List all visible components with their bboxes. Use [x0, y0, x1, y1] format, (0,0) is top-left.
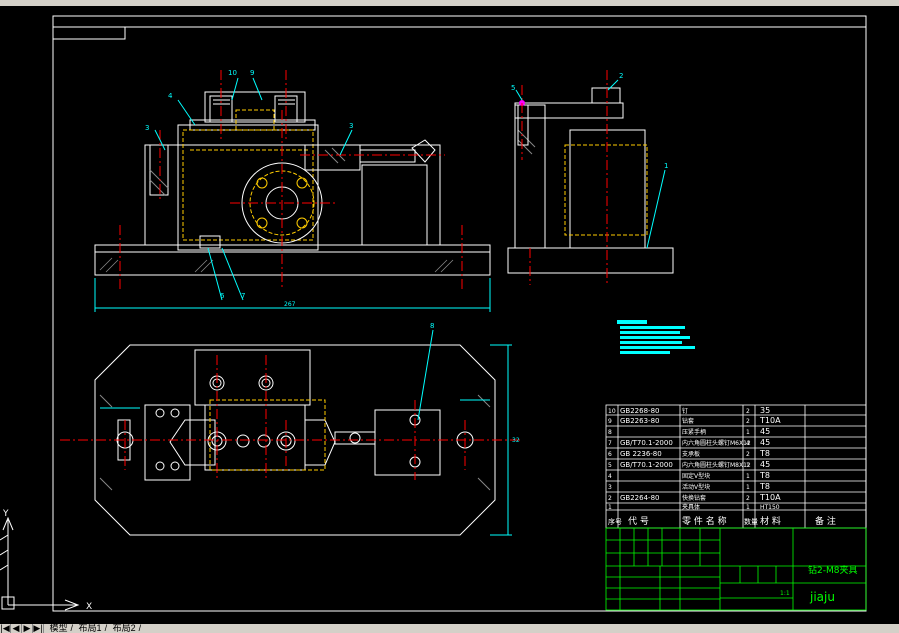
balloon-9: 9	[250, 69, 254, 77]
balloon-3-left: 3	[145, 124, 149, 132]
balloon-3-right: 3	[349, 122, 353, 130]
front-body	[144, 144, 441, 246]
bom-cell-code: GB 2236-80	[620, 450, 662, 458]
bom-cell-no: 2	[608, 495, 612, 502]
bom-cell-name: 钉	[682, 407, 688, 415]
bom-cell-name: 夹具体	[682, 503, 700, 511]
bom-cell-mat: 45	[760, 438, 770, 447]
balloon-5: 5	[511, 84, 515, 92]
bom-cell-mat: T8	[759, 471, 770, 480]
bom-cell-mat: T8	[759, 449, 770, 458]
balloon-1: 1	[664, 162, 668, 170]
tab-layout1[interactable]: 布局1	[76, 624, 105, 633]
drawing-number: jiaju	[809, 590, 835, 604]
bom-cell-no: 4	[608, 473, 612, 480]
ucs-y-label: Y	[2, 509, 9, 519]
tab-layout2[interactable]: 布局2	[110, 624, 139, 633]
bom-header-name: 零 件 名 称	[682, 515, 727, 527]
bom-cell-qty: 2	[746, 418, 750, 425]
bom-header-code: 代 号	[628, 516, 649, 527]
bom-rows: 10 GB2268-80 钉 2 359 GB2263-80 钻套 2 T10A8 压紧手柄 1 45…	[608, 406, 836, 527]
bom-cell-qty: 1	[746, 484, 750, 491]
drawing-canvas[interactable]: 267 10 9 4 3 3 6 7 2 1 5 32 8 Y X 10 GB2…	[0, 0, 899, 633]
balloon-4: 4	[168, 92, 173, 100]
drawing-scale: 1:1	[780, 590, 790, 597]
bom-cell-name: 内六角圆柱头螺钉M8X12	[682, 461, 751, 469]
tech-notes	[617, 320, 695, 354]
inner-border	[52, 26, 126, 40]
bom-cell-no: 9	[608, 418, 612, 425]
bom-cell-qty: 1	[746, 473, 750, 480]
balloon-8: 8	[430, 322, 434, 330]
bom-cell-mat: T10A	[759, 416, 781, 425]
bom-header-qty: 数量	[744, 517, 758, 526]
right-dim: 32	[512, 437, 520, 444]
bom-cell-code: GB/T70.1-2000	[620, 439, 673, 447]
bom-cell-qty: 2	[746, 408, 750, 415]
ucs-icon	[0, 516, 80, 611]
top-view: 32 8	[60, 322, 520, 536]
prev-tab-button[interactable]: ◀	[11, 624, 22, 633]
bom-cell-name: 活动V型块	[682, 483, 710, 491]
bom-cell-no: 7	[608, 440, 612, 447]
bom-cell-qty: 4	[746, 440, 750, 447]
bom-cell-no: 5	[608, 462, 612, 469]
bom-cell-mat: 45	[760, 427, 770, 436]
bom-cell-name: 快换钻套	[682, 494, 706, 502]
bom-cell-code: GB2263-80	[620, 417, 659, 425]
bom-cell-code: GB2264-80	[620, 494, 659, 502]
next-tab-button[interactable]: ▶	[22, 624, 33, 633]
bom-cell-qty: 2	[746, 451, 750, 458]
bom-header-no: 序号	[608, 517, 622, 526]
bom-header-note: 备 注	[815, 515, 836, 527]
bom-cell-qty: 1	[746, 504, 750, 511]
bom-cell-no: 8	[608, 429, 612, 436]
bom-cell-qty: 1	[746, 429, 750, 436]
last-tab-button[interactable]: ▶|	[33, 624, 44, 633]
balloon-10: 10	[228, 69, 237, 77]
bom-cell-qty: 2	[746, 495, 750, 502]
bom-cell-mat: 45	[760, 460, 770, 469]
balloon-6: 6	[220, 292, 225, 300]
bom-cell-mat: T8	[759, 482, 770, 491]
bom-cell-mat: HT150	[760, 504, 780, 511]
bom-cell-no: 6	[608, 451, 612, 458]
front-view: 267	[94, 70, 491, 312]
first-tab-button[interactable]: |◀	[0, 624, 11, 633]
layout-tab-bar: |◀ ◀ ▶ ▶| 模型 / 布局1/ 布局2/	[0, 624, 899, 633]
bom-cell-name: 钻套	[682, 417, 694, 425]
bom-cell-no: 1	[608, 504, 612, 511]
bom-cell-mat: 35	[760, 406, 770, 415]
balloon-7: 7	[241, 292, 245, 300]
tab-model[interactable]: 模型	[47, 624, 71, 633]
bom-cell-mat: T10A	[759, 493, 781, 502]
bom-cell-name: 固定V型块	[682, 472, 710, 480]
bom-cell-code: GB/T70.1-2000	[620, 461, 673, 469]
bom-cell-no: 10	[608, 408, 616, 415]
balloon-2: 2	[619, 72, 623, 80]
bom-cell-qty: 1	[746, 462, 750, 469]
bom-cell-no: 3	[608, 484, 612, 491]
bom-header-mat: 材 料	[760, 515, 781, 527]
bom-cell-name: 支承板	[682, 450, 700, 458]
overall-width-dim: 267	[284, 301, 296, 308]
side-view: 2 1 5	[507, 70, 674, 285]
bom-cell-code: GB2268-80	[620, 407, 659, 415]
drawing-title: 钻2-M8夹具	[808, 564, 857, 576]
bom-cell-name: 压紧手柄	[682, 428, 706, 436]
bom-cell-name: 内六角圆柱头螺钉M6X12	[682, 439, 751, 447]
ucs-x-label: X	[86, 602, 92, 612]
